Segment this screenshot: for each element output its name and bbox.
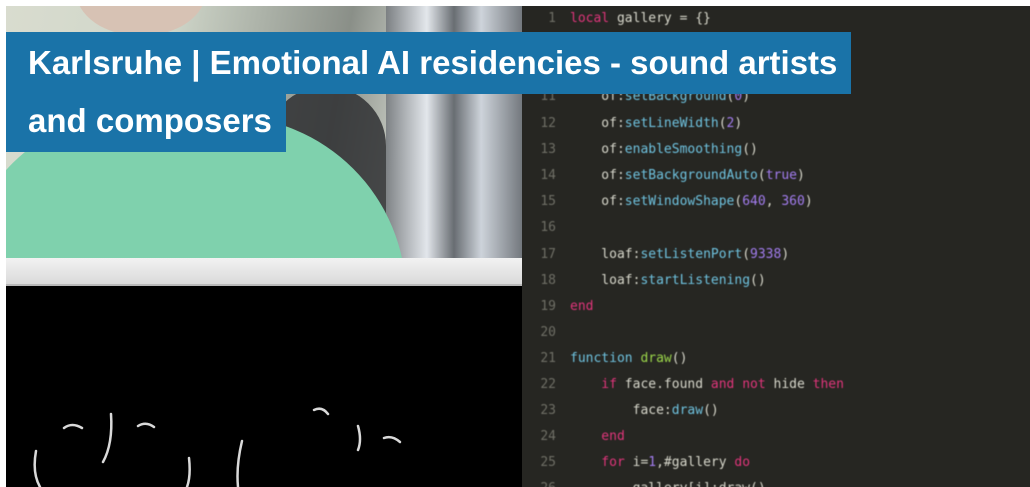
line-number: 23	[540, 402, 556, 418]
code-token: (	[757, 167, 766, 183]
code-token: of:	[570, 167, 625, 183]
code-token: face.found	[616, 376, 711, 392]
code-token: setListenPort	[640, 246, 743, 262]
title-line-2: and composers	[6, 94, 286, 152]
code-token: local	[570, 10, 610, 26]
code-token: setWindowShape	[624, 193, 735, 209]
line-number: 22	[540, 376, 556, 392]
line-number: 17	[540, 246, 556, 262]
cheek-stroke	[236, 439, 244, 487]
code-token: 9338	[750, 246, 782, 262]
code-token: draw	[640, 350, 672, 366]
right-eye-stroke	[312, 407, 330, 416]
left-eye-stroke-2	[136, 422, 156, 429]
right-eye-stroke-2	[382, 435, 402, 444]
line-number: 18	[540, 272, 556, 288]
code-line: 17 loaf: setListenPort(9338)	[522, 241, 1030, 267]
mouth-stroke	[185, 456, 191, 487]
code-token: hide	[765, 376, 813, 392]
code-token: true	[765, 167, 797, 183]
code-token: )	[797, 167, 805, 183]
line-number: 26	[522, 481, 556, 487]
code-token: gallery[i]:draw()	[570, 481, 766, 487]
code-token: draw	[671, 402, 704, 418]
line-number: 24	[540, 428, 556, 444]
right-brow-stroke	[356, 424, 362, 452]
line-number: 25	[540, 454, 556, 470]
code-token: 360	[781, 193, 805, 209]
code-token: ()	[671, 350, 688, 366]
code-token: (	[742, 246, 751, 262]
code-line: 19 end	[522, 293, 1030, 319]
article-title: Karlsruhe | Emotional AI residencies - s…	[6, 32, 852, 152]
code-token: setBackgroundAuto	[624, 167, 758, 183]
line-number: 19	[540, 298, 556, 314]
code-line: 24 end	[522, 423, 1030, 449]
code-token: loaf:	[570, 272, 641, 288]
code-token: ()	[750, 272, 766, 288]
code-token: loaf:	[570, 246, 641, 262]
code-token: 1	[648, 454, 657, 470]
jaw-left-stroke	[33, 449, 42, 487]
code-token: (	[734, 193, 743, 209]
code-line: 23 face: draw()	[522, 397, 1030, 423]
code-line: 1 local gallery = {}	[522, 6, 1030, 31]
code-line: 18 loaf: startListening()	[522, 267, 1030, 293]
line-number: 20	[540, 324, 556, 340]
code-token: of:	[570, 193, 625, 209]
code-line: 16	[522, 214, 1030, 240]
face-tracker-output	[6, 286, 522, 487]
code-token: end	[570, 298, 594, 314]
code-line: 25 for i= 1 ,#gallery do	[522, 449, 1030, 475]
nose-stroke	[101, 412, 113, 464]
line-number: 14	[540, 167, 556, 183]
line-number: 15	[540, 193, 556, 209]
title-line-1: Karlsruhe | Emotional AI residencies - s…	[6, 32, 852, 94]
code-token: 640	[742, 193, 766, 209]
code-line: 14 of: setBackgroundAuto(true)	[522, 162, 1030, 188]
code-token: startListening	[640, 272, 751, 288]
code-line: 15 of: setWindowShape(640, 360)	[522, 188, 1030, 214]
code-line: 26 gallery[i]:draw()	[522, 475, 1030, 487]
code-token: function	[570, 350, 641, 366]
code-token: do	[734, 454, 751, 470]
code-token: ,#gallery	[656, 454, 735, 470]
code-token: ()	[703, 402, 719, 418]
face-landmarks-sketch	[33, 407, 402, 487]
code-token: for	[570, 454, 625, 470]
code-token: end	[570, 428, 625, 444]
app-window-titlebar	[6, 258, 522, 286]
line-number: 16	[540, 219, 556, 235]
code-line: 21 function draw()	[522, 345, 1030, 371]
code-token: i=	[624, 454, 649, 470]
code-token: and not	[710, 376, 766, 392]
line-number: 1	[548, 10, 556, 26]
code-line: 22 if face.found and not hide then	[522, 371, 1030, 397]
code-line: 20	[522, 319, 1030, 345]
code-token: gallery = {}	[609, 10, 711, 26]
left-eye-stroke	[62, 423, 84, 430]
code-token: if	[570, 376, 617, 392]
code-token: ,	[765, 193, 782, 209]
code-token: face:	[570, 402, 672, 418]
code-token: then	[812, 376, 844, 392]
line-number: 21	[540, 350, 556, 366]
code-token: )	[781, 246, 790, 262]
code-token: )	[804, 193, 813, 209]
